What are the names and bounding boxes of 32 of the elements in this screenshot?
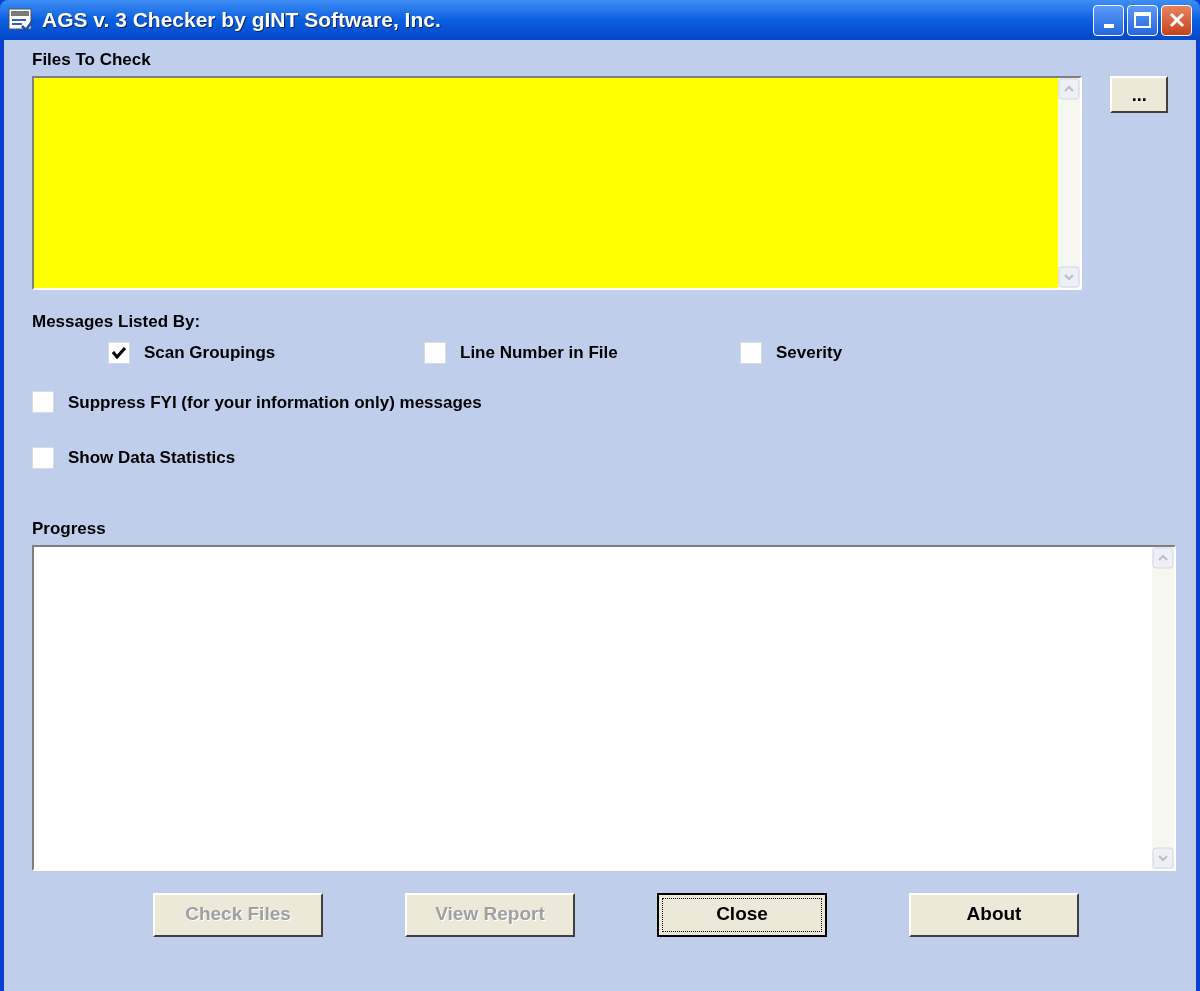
app-icon — [8, 8, 34, 32]
scrollbar[interactable] — [1152, 546, 1174, 869]
files-list[interactable] — [32, 76, 1083, 290]
maximize-icon — [1134, 12, 1151, 28]
scrollbar[interactable] — [1058, 78, 1081, 288]
checkbox-label: Severity — [776, 342, 843, 364]
scroll-down-icon — [1058, 266, 1081, 288]
dialog-button[interactable]: Close — [657, 892, 827, 937]
checkbox[interactable] — [424, 341, 446, 364]
checkbox-label: Line Number in File — [460, 342, 618, 364]
checkbox[interactable] — [32, 391, 54, 414]
section-label: Progress — [32, 518, 106, 539]
checkbox[interactable] — [740, 341, 762, 364]
section-label: Files To Check — [32, 50, 151, 70]
dialog-button[interactable]: About — [909, 892, 1079, 937]
scroll-up-icon — [1152, 546, 1174, 569]
close-window-button[interactable] — [1161, 4, 1192, 36]
window-title: AGS v. 3 Checker by gINT Software, Inc. — [42, 7, 441, 34]
checkbox[interactable] — [32, 446, 54, 469]
checkbox-label: Show Data Statistics — [68, 447, 236, 469]
section-label: Messages Listed By: — [32, 312, 201, 332]
check-icon — [112, 346, 126, 359]
maximize-button[interactable] — [1127, 4, 1158, 36]
close-icon — [1168, 12, 1185, 28]
checkbox-label: Suppress FYI (for your information only) messages — [68, 391, 482, 414]
scroll-down-icon — [1152, 846, 1174, 869]
checkbox[interactable] — [108, 341, 130, 364]
minimize-button[interactable] — [1093, 4, 1124, 36]
browse-button[interactable]: ... — [1110, 76, 1168, 113]
scroll-up-icon — [1058, 78, 1081, 100]
checkbox-label: Scan Groupings — [144, 342, 276, 364]
minimize-icon — [1103, 23, 1114, 28]
